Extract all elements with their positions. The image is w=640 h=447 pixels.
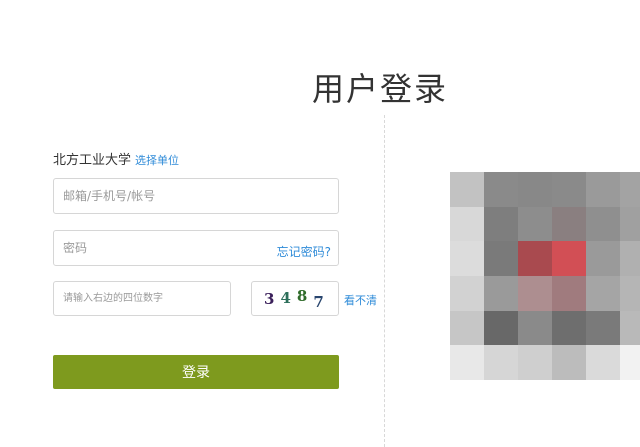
qr-pixel (586, 206, 620, 242)
account-input[interactable] (53, 178, 339, 214)
captcha-digit: 8 (296, 286, 308, 305)
qr-pixel (450, 241, 484, 277)
password-field-wrapper: 忘记密码? (53, 230, 339, 266)
qr-pixel (518, 276, 552, 311)
qr-pixel (450, 206, 484, 242)
login-form: 北方工业大学选择单位 忘记密码? 3 4 8 7 看不清 登录 (53, 0, 377, 447)
qr-pixel (586, 276, 620, 311)
captcha-image[interactable]: 3 4 8 7 (251, 281, 339, 316)
qr-pixel (620, 276, 640, 311)
login-button[interactable]: 登录 (53, 355, 339, 389)
qr-pixel (450, 172, 484, 207)
org-row: 北方工业大学 选择单位 (53, 149, 179, 168)
captcha-digit: 4 (280, 288, 291, 307)
qr-pixel (484, 206, 518, 242)
qr-pixel (586, 310, 620, 346)
captcha-input[interactable] (53, 281, 231, 316)
qr-pixel (484, 276, 518, 311)
qr-pixel (484, 172, 518, 207)
qr-pixel (620, 206, 640, 242)
qr-pixel (484, 310, 518, 346)
captcha-digit: 7 (313, 292, 324, 311)
qr-code (450, 172, 640, 380)
qr-pixel (518, 206, 552, 242)
qr-pixel (518, 241, 552, 277)
qr-pixel (518, 172, 552, 207)
qr-pixel (586, 345, 620, 380)
qr-code-pixels (450, 172, 640, 380)
qr-pixel (620, 241, 640, 277)
qr-pixel (518, 345, 552, 380)
captcha-digit: 3 (264, 289, 275, 308)
qr-pixel (552, 206, 586, 242)
qr-pixel (450, 310, 484, 346)
qr-pixel (450, 276, 484, 311)
qr-pixel (552, 310, 586, 346)
divider (384, 115, 385, 447)
qr-pixel (586, 172, 620, 207)
qr-pixel (586, 241, 620, 277)
captcha-refresh-link[interactable]: 看不清 (344, 292, 377, 308)
qr-pixel (484, 241, 518, 277)
qr-pixel (552, 276, 586, 311)
qr-pixel (552, 241, 586, 277)
qr-pixel (552, 172, 586, 207)
qr-pixel (552, 345, 586, 380)
qr-pixel (620, 172, 640, 207)
qr-pixel (620, 345, 640, 380)
qr-pixel (450, 345, 484, 380)
forgot-password-link[interactable]: 忘记密码? (277, 243, 331, 260)
qr-pixel (620, 310, 640, 346)
select-org-link[interactable]: 选择单位 (135, 154, 179, 167)
org-name: 北方工业大学 (53, 153, 132, 168)
qr-pixel (484, 345, 518, 380)
qr-pixel (518, 310, 552, 346)
